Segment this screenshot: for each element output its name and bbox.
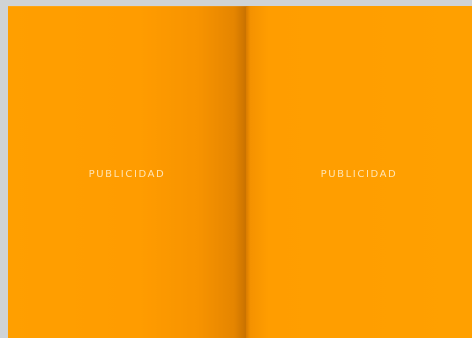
left-page[interactable]: PUBLICIDAD [8, 6, 246, 338]
page-spread: PUBLICIDAD PUBLICIDAD [8, 6, 472, 338]
left-page-ad-label: PUBLICIDAD [88, 168, 166, 180]
right-page[interactable]: PUBLICIDAD [246, 6, 472, 338]
right-page-ad-label: PUBLICIDAD [320, 168, 398, 180]
magazine-viewer: PUBLICIDAD PUBLICIDAD [0, 0, 472, 338]
